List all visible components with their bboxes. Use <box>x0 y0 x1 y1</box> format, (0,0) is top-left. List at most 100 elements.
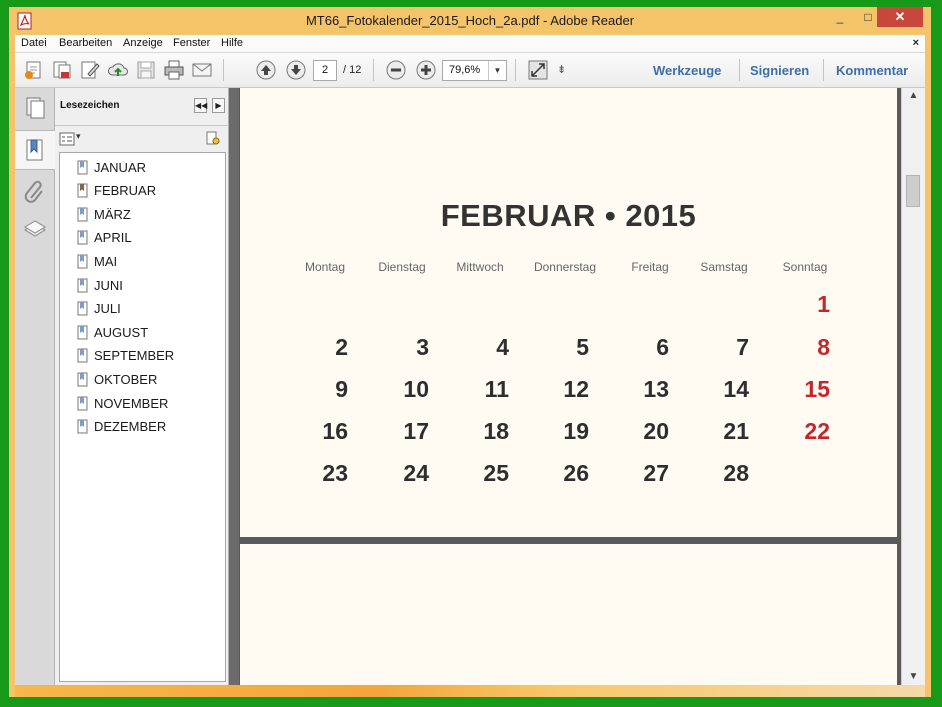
calendar-day: 13 <box>643 376 669 402</box>
bookmarks-icon[interactable] <box>23 138 47 162</box>
fit-page-icon[interactable] <box>527 59 549 81</box>
calendar-day: 18 <box>483 418 509 444</box>
bookmark-label: APRIL <box>94 230 132 246</box>
zoom-in-icon[interactable] <box>415 59 437 81</box>
calendar-day: 23 <box>322 460 348 486</box>
chevron-down-icon[interactable]: ▾ <box>76 131 81 142</box>
bookmark-item[interactable]: AUGUST <box>77 322 148 342</box>
bookmark-item[interactable]: JUNI <box>77 275 123 295</box>
bookmark-item[interactable]: OKTOBER <box>77 369 157 389</box>
zoom-select[interactable]: 79,6% ▼ <box>442 60 507 81</box>
toolbar-separator <box>823 59 824 81</box>
edit-pdf-icon[interactable] <box>79 59 101 81</box>
adobe-reader-window: MT66_Fotokalender_2015_Hoch_2a.pdf - Ado… <box>9 7 931 697</box>
save-icon[interactable] <box>135 59 157 81</box>
layers-icon[interactable] <box>23 218 47 242</box>
minimize-button[interactable]: _ <box>827 7 853 27</box>
menu-fenster[interactable]: Fenster <box>173 37 210 49</box>
bookmark-item[interactable]: NOVEMBER <box>77 393 168 413</box>
weekday-header: Donnerstag <box>533 260 597 274</box>
find-bookmark-icon[interactable] <box>205 131 221 147</box>
menu-anzeige[interactable]: Anzeige <box>123 37 163 49</box>
document-view[interactable]: FEBRUAR • 2015 Montag Dienstag Mittwoch Don… <box>239 88 901 685</box>
create-pdf-icon[interactable] <box>23 59 45 81</box>
previous-page-icon[interactable] <box>255 59 277 81</box>
scroll-down-icon[interactable]: ▼ <box>902 669 925 685</box>
bookmark-item[interactable]: FEBRUAR <box>77 181 156 201</box>
bookmark-item[interactable]: JULI <box>77 299 121 319</box>
calendar-day: 4 <box>496 334 509 360</box>
combine-files-icon[interactable] <box>51 59 73 81</box>
close-button[interactable]: ✕ <box>877 7 923 27</box>
pdf-page-next <box>240 544 897 685</box>
panel-splitter[interactable] <box>229 88 239 685</box>
collapse-panel-button[interactable]: ◀◀ <box>194 98 207 113</box>
page-total: / 12 <box>343 64 362 76</box>
calendar-title: FEBRUAR • 2015 <box>440 198 697 233</box>
next-page-icon[interactable] <box>285 59 307 81</box>
page-thumbnails-icon[interactable] <box>23 96 47 120</box>
weekday-header: Sonntag <box>782 260 828 274</box>
email-icon[interactable] <box>191 59 213 81</box>
bookmarks-header: Lesezeichen ◀◀ ▶ <box>55 88 229 126</box>
calendar-day: 28 <box>723 460 749 486</box>
calendar-day: 7 <box>736 334 749 360</box>
bookmark-item[interactable]: SEPTEMBER <box>77 346 174 366</box>
vertical-scrollbar[interactable]: ▲ ▼ <box>901 88 925 685</box>
more-tools-icon[interactable]: ⇟ <box>557 63 579 85</box>
calendar-day: 6 <box>656 334 669 360</box>
bookmark-label: FEBRUAR <box>94 183 157 199</box>
tools-link[interactable]: Werkzeuge <box>653 63 721 78</box>
calendar-day: 10 <box>403 376 429 402</box>
toolbar-separator <box>515 59 516 81</box>
expand-panel-button[interactable]: ▶ <box>212 98 225 113</box>
bookmark-label: OKTOBER <box>94 371 158 387</box>
bookmark-item[interactable]: DEZEMBER <box>77 417 166 437</box>
menu-hilfe[interactable]: Hilfe <box>221 37 243 49</box>
bookmark-icon <box>77 396 88 410</box>
bookmark-item[interactable]: JANUAR <box>77 157 146 177</box>
sign-link[interactable]: Signieren <box>750 63 809 78</box>
bookmarks-list: JANUAR FEBRUAR MÄRZ APRIL MAI JUNI JULI AUGUST S… <box>59 152 226 682</box>
page-number-input[interactable]: 2 <box>313 60 337 81</box>
calendar-day: 11 <box>484 376 509 402</box>
bookmark-label: MÄRZ <box>94 206 131 222</box>
title-bar[interactable]: MT66_Fotokalender_2015_Hoch_2a.pdf - Ado… <box>9 7 931 35</box>
bookmark-options-icon[interactable] <box>59 132 75 146</box>
main-toolbar: 2 / 12 79,6% ▼ ⇟ Werkzeuge Signieren Kom… <box>15 53 925 88</box>
scroll-thumb[interactable] <box>906 175 920 207</box>
calendar-day: 16 <box>322 418 348 444</box>
bookmark-icon <box>77 183 88 198</box>
calendar-day: 25 <box>483 460 509 486</box>
zoom-value: 79,6% <box>449 64 481 76</box>
zoom-out-icon[interactable] <box>385 59 407 81</box>
close-document-button[interactable]: × <box>913 37 919 49</box>
attachments-icon[interactable] <box>23 180 47 204</box>
comment-link[interactable]: Kommentar <box>836 63 908 78</box>
menu-datei[interactable]: Datei <box>21 37 47 49</box>
calendar-day: 21 <box>723 418 749 444</box>
taskbar-strip <box>15 685 925 697</box>
bookmark-label: MAI <box>94 253 118 269</box>
bookmark-item[interactable]: MAI <box>77 251 117 271</box>
bookmark-item[interactable]: MÄRZ <box>77 204 131 224</box>
bookmark-icon <box>77 254 88 269</box>
bookmark-label: JULI <box>94 301 121 317</box>
weekday-header: Samstag <box>700 260 748 274</box>
bookmark-label: JANUAR <box>94 159 147 175</box>
calendar-day: 20 <box>643 418 669 444</box>
bookmark-icon <box>77 301 88 316</box>
menu-bar: Datei Bearbeiten Anzeige Fenster Hilfe × <box>15 35 925 53</box>
upload-cloud-icon[interactable] <box>107 59 129 81</box>
scroll-up-icon[interactable]: ▲ <box>902 88 925 104</box>
print-icon[interactable] <box>163 59 185 81</box>
navigation-pane <box>15 88 55 685</box>
bookmark-icon <box>77 160 88 174</box>
bookmark-label: SEPTEMBER <box>94 348 175 364</box>
weekday-header: Mittwoch <box>456 260 504 274</box>
bookmark-item[interactable]: APRIL <box>77 228 132 248</box>
calendar-day: 9 <box>335 376 348 402</box>
menu-bearbeiten[interactable]: Bearbeiten <box>59 37 112 49</box>
chevron-down-icon[interactable]: ▼ <box>488 61 506 80</box>
calendar-day: 27 <box>643 460 669 486</box>
